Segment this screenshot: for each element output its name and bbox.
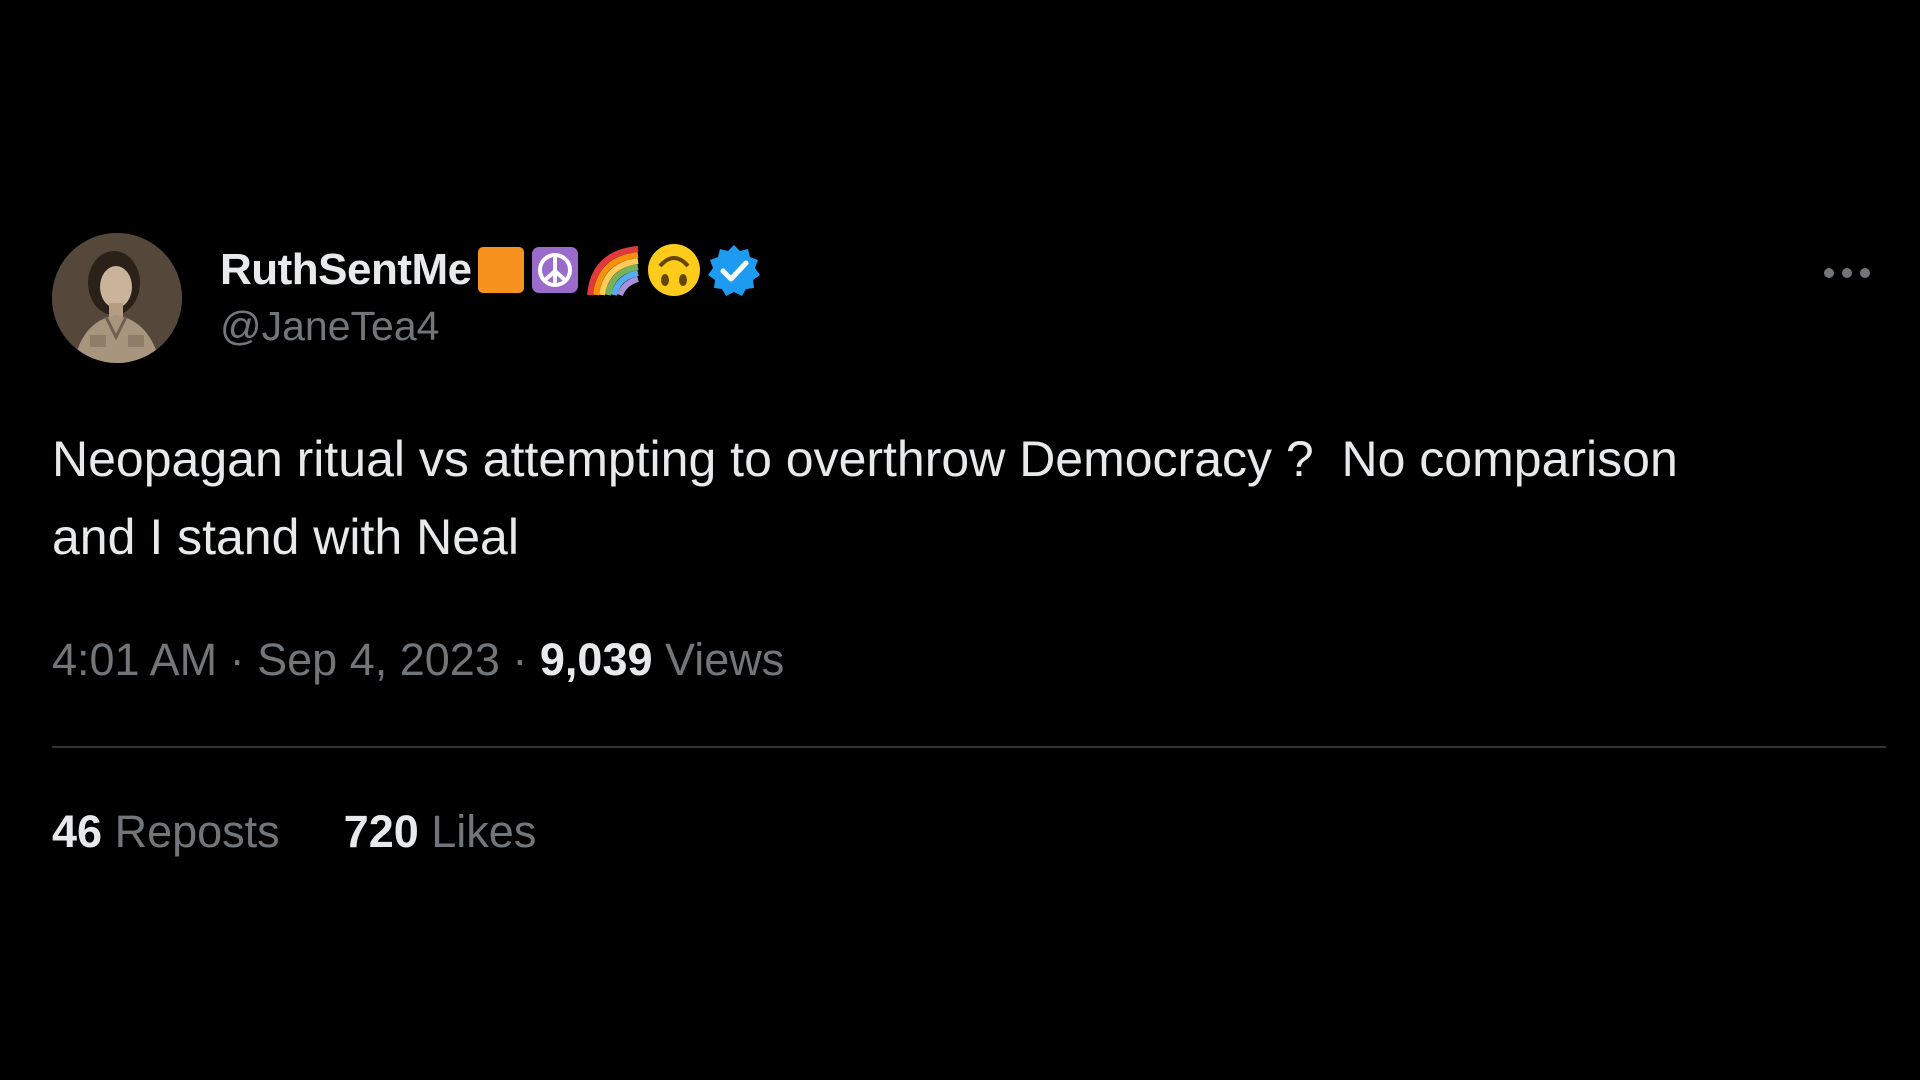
- author-handle[interactable]: @JaneTea4: [220, 303, 762, 350]
- more-options-button[interactable]: [1812, 258, 1882, 288]
- upside-down-face-icon: [646, 242, 702, 298]
- author-names: RuthSentMe @JaneTea4: [220, 239, 762, 350]
- likes-stat[interactable]: 720 Likes: [344, 806, 537, 858]
- tweet-stats: 46 Reposts 720 Likes: [52, 806, 536, 858]
- likes-label: Likes: [431, 806, 537, 857]
- likes-count: 720: [343, 806, 419, 857]
- display-name[interactable]: RuthSentMe: [220, 245, 472, 295]
- tweet-header: RuthSentMe @JaneTea4: [52, 233, 762, 363]
- views-count: 9,039: [539, 634, 653, 685]
- peace-symbol-icon: [530, 245, 580, 295]
- divider: [52, 746, 1886, 748]
- verified-badge-icon[interactable]: [706, 242, 762, 298]
- reposts-stat[interactable]: 46 Reposts: [52, 806, 280, 858]
- tweet-text: Neopagan ritual vs attempting to overthr…: [52, 431, 1692, 565]
- more-horizontal-icon: [1822, 267, 1872, 279]
- reposts-count: 46: [52, 806, 103, 857]
- orange-square-icon: [476, 245, 526, 295]
- tweet-meta: 4:01 AM · Sep 4, 2023 · 9,039 Views: [52, 634, 784, 686]
- meta-separator: ·: [512, 634, 528, 685]
- meta-separator: ·: [229, 634, 245, 685]
- tweet-detail: RuthSentMe @JaneTea4 Neopagan ritual vs …: [0, 0, 1920, 1080]
- tweet-date[interactable]: Sep 4, 2023: [257, 634, 500, 685]
- tweet-time[interactable]: 4:01 AM: [52, 634, 217, 685]
- rainbow-icon: [584, 243, 642, 297]
- views-label: Views: [665, 634, 785, 685]
- display-name-row[interactable]: RuthSentMe: [220, 239, 762, 301]
- avatar[interactable]: [52, 233, 182, 363]
- reposts-label: Reposts: [114, 806, 280, 857]
